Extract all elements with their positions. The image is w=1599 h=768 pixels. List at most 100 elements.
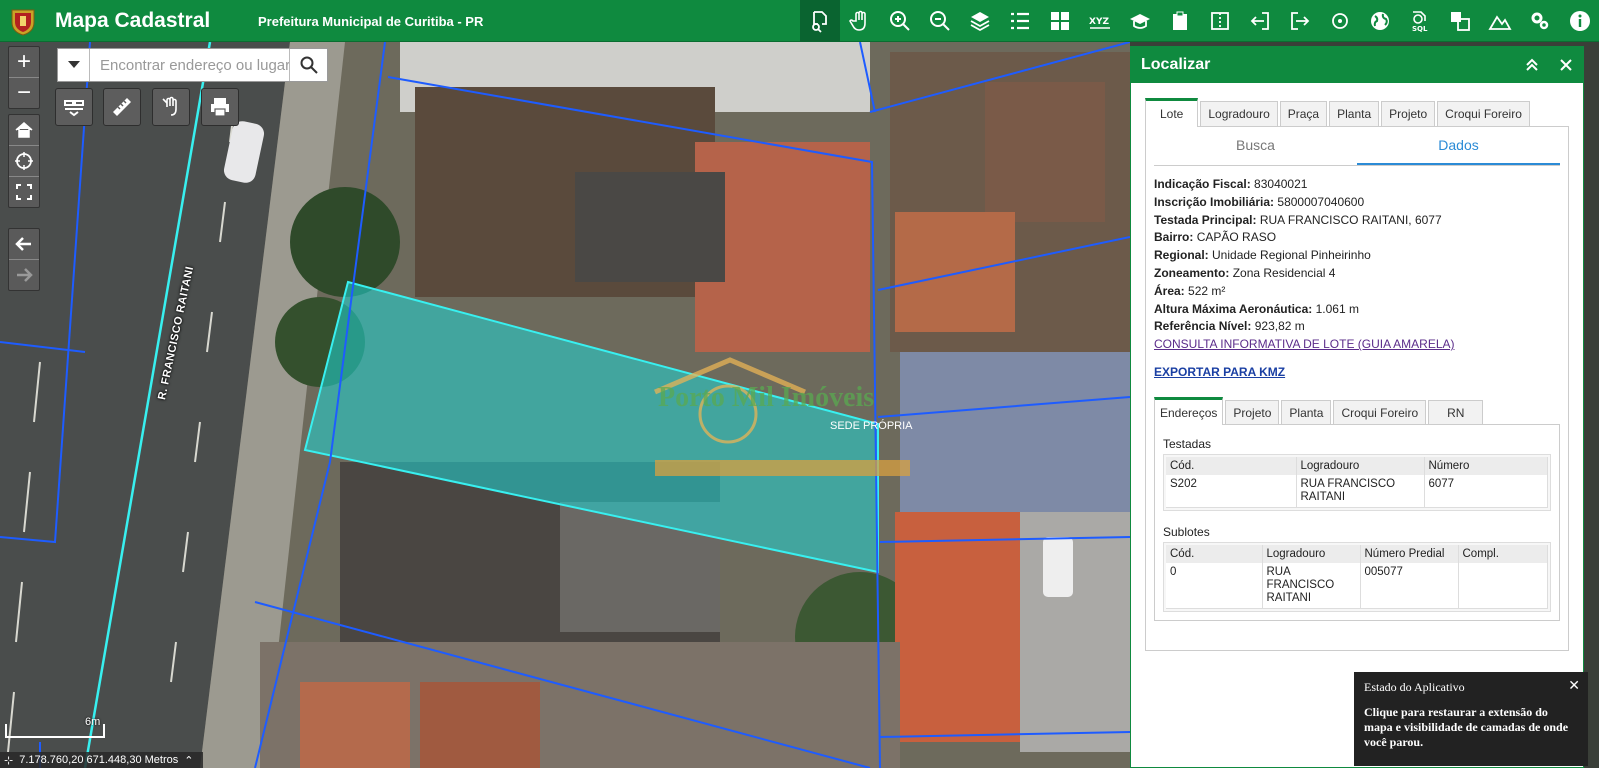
print-icon[interactable]	[201, 88, 239, 126]
toast-message: Clique para restaurar a extensão do mapa…	[1364, 705, 1569, 749]
table-row[interactable]: 0 RUA FRANCISCO RAITANI 005077	[1166, 562, 1548, 609]
search-source-dropdown[interactable]	[58, 49, 90, 81]
detail-tabs: Endereços Projeto Planta Croqui Foreiro …	[1154, 396, 1560, 425]
watermark-subtext: SEDE PRÓPRIA	[830, 420, 913, 432]
back-arrow-icon[interactable]	[9, 229, 39, 259]
locate-me-icon[interactable]	[9, 146, 39, 176]
main-toolbar: XYZ SQL	[800, 0, 1599, 42]
export-icon[interactable]	[1280, 0, 1320, 42]
tab-inner-croqui-foreiro[interactable]: Croqui Foreiro	[1333, 399, 1427, 424]
hand-icon[interactable]	[840, 0, 880, 42]
fullscreen-icon[interactable]	[9, 177, 39, 207]
identify-icon[interactable]	[800, 0, 840, 42]
svg-text:XYZ: XYZ	[1089, 17, 1109, 27]
field-bairro: Bairro: CAPÃO RASO	[1154, 230, 1277, 245]
tab-inner-planta[interactable]: Planta	[1281, 399, 1332, 424]
nav-control	[8, 114, 40, 208]
search-box	[57, 48, 328, 82]
app-root: Mapa Cadastral Prefeitura Municipal de C…	[0, 0, 1599, 768]
home-icon[interactable]	[9, 115, 39, 145]
locate-icon[interactable]	[1320, 0, 1360, 42]
forward-arrow-icon[interactable]	[9, 260, 39, 290]
zoom-out-button[interactable]: −	[9, 78, 39, 108]
xyz-icon[interactable]: XYZ	[1080, 0, 1120, 42]
lote-content: Busca Dados Indicação Fiscal: 83040021 I…	[1145, 127, 1569, 651]
tab-croqui-foreiro[interactable]: Croqui Foreiro	[1437, 101, 1530, 126]
guia-amarela-link[interactable]: CONSULTA INFORMATIVA DE LOTE (GUIA AMARE…	[1154, 337, 1455, 351]
tab-lote[interactable]: Lote	[1145, 98, 1199, 127]
table-header: Logradouro	[1296, 456, 1425, 475]
field-indicacao-fiscal: Indicação Fiscal: 83040021	[1154, 177, 1308, 191]
zoom-control: + −	[8, 46, 40, 109]
subtab-busca[interactable]: Busca	[1154, 127, 1357, 165]
svg-text:SQL: SQL	[1412, 25, 1428, 33]
history-control	[8, 228, 40, 291]
aerial-imagery	[0, 42, 1130, 768]
sql-icon[interactable]: SQL	[1400, 0, 1440, 42]
table-row[interactable]: S202 RUA FRANCISCO RAITANI 6077	[1166, 474, 1548, 508]
compare-icon[interactable]	[1440, 0, 1480, 42]
subtab-dados[interactable]: Dados	[1357, 127, 1560, 165]
tab-projeto[interactable]: Projeto	[1381, 101, 1436, 126]
close-icon[interactable]: ✕	[1568, 677, 1580, 694]
basemap-gallery-icon[interactable]	[55, 88, 93, 126]
field-regional: Regional: Unidade Regional Pinheirinho	[1154, 248, 1371, 263]
table-header: Compl.	[1458, 544, 1548, 563]
tab-inner-projeto[interactable]: Projeto	[1225, 399, 1280, 424]
view-subtabs: Busca Dados	[1154, 127, 1560, 166]
tab-inner-rn[interactable]: RN	[1428, 399, 1484, 424]
tab-planta[interactable]: Planta	[1329, 101, 1380, 126]
field-inscricao-imobiliaria: Inscrição Imobiliária: 5800007040600	[1154, 194, 1365, 209]
close-icon[interactable]	[1549, 47, 1583, 83]
field-area: Área: 522 m²	[1154, 283, 1226, 298]
field-testada-principal: Testada Principal: RUA FRANCISCO RAITANI…	[1154, 212, 1442, 227]
ruler-icon[interactable]	[103, 88, 141, 126]
locate-panel: Localizar Lote Logradouro Praça Planta P…	[1130, 46, 1584, 768]
table-header: Cód.	[1166, 544, 1263, 563]
tab-enderecos[interactable]: Endereços	[1154, 396, 1224, 425]
map-view[interactable]: Porto Mil Imóveis SEDE PRÓPRIA R. FRANCI…	[0, 42, 1130, 768]
table-header: Número	[1424, 456, 1548, 475]
paste-icon[interactable]	[1160, 0, 1200, 42]
zoom-in-icon[interactable]	[880, 0, 920, 42]
search-icon[interactable]	[289, 49, 327, 81]
top-header: Mapa Cadastral Prefeitura Municipal de C…	[0, 0, 1599, 42]
city-crest-icon	[11, 9, 35, 36]
testadas-title: Testadas	[1163, 436, 1212, 451]
field-zoneamento: Zoneamento: Zona Residencial 4	[1154, 265, 1336, 280]
graduation-icon[interactable]	[1120, 0, 1160, 42]
chevron-up-icon[interactable]: ⌃	[184, 754, 193, 767]
watermark-text: Porto Mil Imóveis	[658, 382, 875, 413]
field-altura-maxima: Altura Máxima Aeronáutica: 1.061 m	[1154, 301, 1359, 316]
coordinate-bar: ⊹ 7.178.760,20 671.448,30 Metros ⌃	[0, 752, 204, 768]
app-state-toast[interactable]: ✕ Estado do Aplicativo Clique para resta…	[1354, 672, 1588, 766]
split-icon[interactable]	[1200, 0, 1240, 42]
panel-header: Localizar	[1131, 47, 1583, 83]
info-icon[interactable]	[1560, 0, 1599, 42]
collapse-icon[interactable]	[1515, 47, 1549, 83]
enderecos-content: Testadas Cód. Logradouro Número S202 RUA…	[1154, 424, 1560, 621]
testadas-table: Cód. Logradouro Número S202 RUA FRANCISC…	[1166, 456, 1548, 508]
crosshair-icon: ⊹	[4, 754, 14, 767]
zoom-in-button[interactable]: +	[9, 47, 39, 77]
select-feature-icon[interactable]	[152, 88, 190, 126]
table-header: Número Predial	[1360, 544, 1459, 563]
layers-icon[interactable]	[960, 0, 1000, 42]
measure-terrain-icon[interactable]	[1480, 0, 1520, 42]
export-kmz-link[interactable]: EXPORTAR PARA KMZ	[1154, 364, 1560, 382]
app-title: Mapa Cadastral	[55, 9, 211, 32]
list-icon[interactable]	[1000, 0, 1040, 42]
tab-logradouro[interactable]: Logradouro	[1200, 101, 1278, 126]
sublotes-title: Sublotes	[1163, 524, 1210, 539]
settings-icon[interactable]	[1520, 0, 1560, 42]
tab-praca[interactable]: Praça	[1279, 101, 1328, 126]
search-input[interactable]	[90, 49, 289, 81]
grid-icon[interactable]	[1040, 0, 1080, 42]
coordinate-readout: 7.178.760,20 671.448,30 Metros	[19, 754, 179, 766]
sublotes-table: Cód. Logradouro Número Predial Compl. 0 …	[1166, 544, 1548, 609]
app-subtitle: Prefeitura Municipal de Curitiba - PR	[258, 14, 484, 29]
scale-label: 6m	[85, 716, 101, 728]
globe-icon[interactable]	[1360, 0, 1400, 42]
zoom-out-icon[interactable]	[920, 0, 960, 42]
import-icon[interactable]	[1240, 0, 1280, 42]
